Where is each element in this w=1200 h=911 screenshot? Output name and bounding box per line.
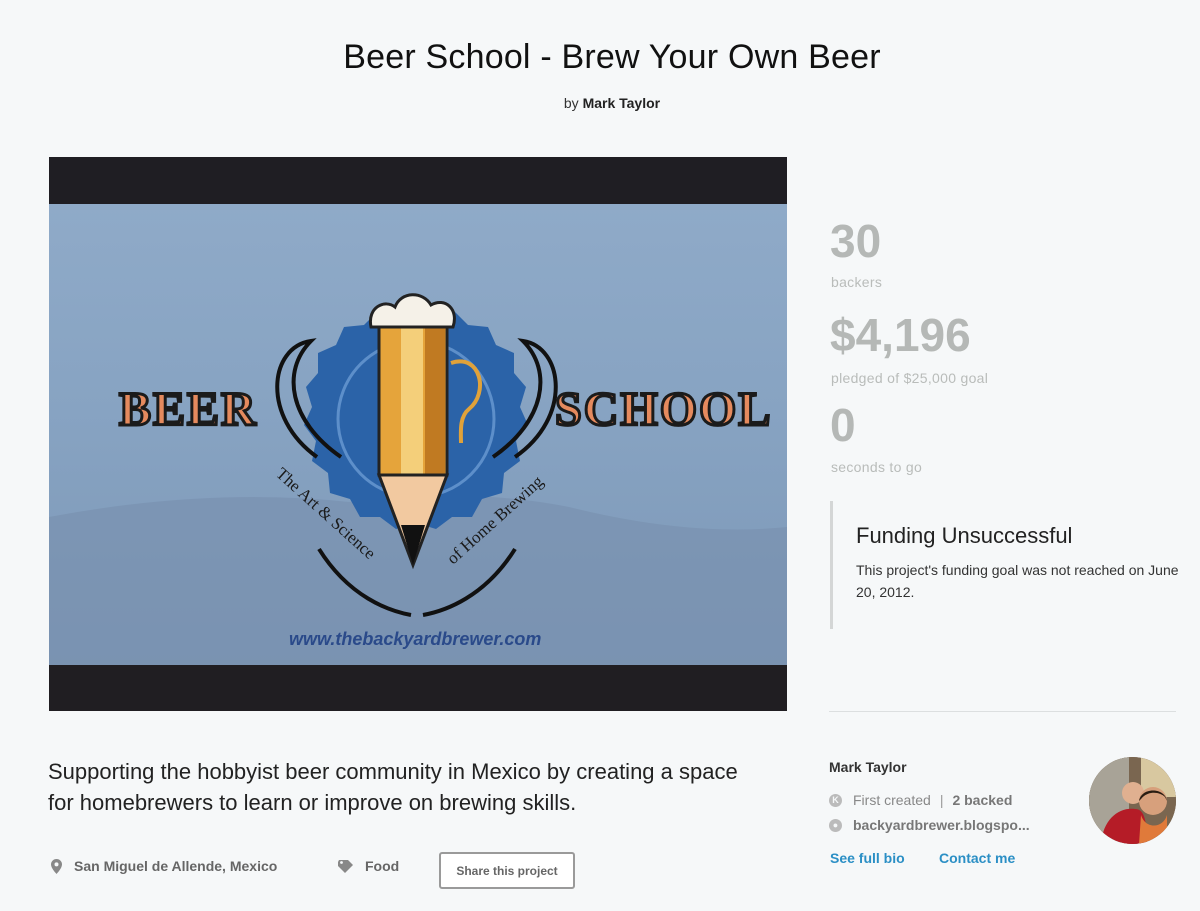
creator-website-link[interactable]: ● backyardbrewer.blogspo...: [829, 817, 1030, 833]
project-blurb: Supporting the hobbyist beer community i…: [48, 759, 738, 815]
funding-status-message: This project's funding goal was not reac…: [856, 562, 1179, 600]
sidebar-divider: [829, 711, 1176, 712]
avatar[interactable]: [1089, 757, 1176, 844]
project-location-link[interactable]: San Miguel de Allende, Mexico: [51, 858, 277, 874]
first-created-label: First created: [853, 792, 931, 808]
kickstarter-k-icon: K: [829, 793, 842, 807]
share-project-button[interactable]: Share this project: [439, 852, 575, 889]
logo-url: www.thebackyardbrewer.com: [289, 629, 541, 649]
pledged-amount: $4,196: [830, 309, 971, 361]
creator-website: backyardbrewer.blogspo...: [853, 817, 1030, 833]
project-title: Beer School - Brew Your Own Beer: [343, 38, 881, 76]
project-video[interactable]: BEER SCHOOL The Art & Science of Home Br…: [49, 157, 787, 711]
globe-icon: ●: [829, 818, 842, 832]
time-left: 0: [830, 399, 856, 451]
pledged-label: pledged of $25,000 goal: [831, 370, 989, 386]
byline-creator-link[interactable]: Mark Taylor: [583, 95, 661, 111]
contact-me-link[interactable]: Contact me: [939, 850, 1015, 866]
logo-text-beer: BEER: [119, 383, 258, 436]
project-category: Food: [365, 858, 400, 874]
byline: by Mark Taylor: [0, 95, 1200, 111]
logo-text-school: SCHOOL: [555, 383, 772, 436]
creator-photo: [1089, 757, 1176, 844]
tag-icon: [338, 859, 353, 873]
backed-count: 2 backed: [952, 792, 1013, 808]
funding-status-box: Funding Unsuccessful This project's fund…: [830, 501, 1180, 629]
time-left-label: seconds to go: [831, 459, 923, 475]
creator-name[interactable]: Mark Taylor: [829, 759, 907, 775]
backers-label: backers: [831, 274, 883, 290]
funding-status-title: Funding Unsuccessful: [856, 523, 1073, 548]
creator-history: K First created | 2 backed: [829, 792, 1012, 808]
location-pin-icon: [51, 858, 62, 874]
beer-school-logo: BEER SCHOOL The Art & Science of Home Br…: [49, 293, 787, 665]
project-category-link[interactable]: Food: [338, 858, 399, 874]
backers-count: 30: [830, 215, 882, 267]
byline-prefix: by: [563, 95, 579, 111]
see-full-bio-link[interactable]: See full bio: [830, 850, 905, 866]
project-location: San Miguel de Allende, Mexico: [74, 858, 278, 874]
history-separator: |: [939, 792, 944, 808]
